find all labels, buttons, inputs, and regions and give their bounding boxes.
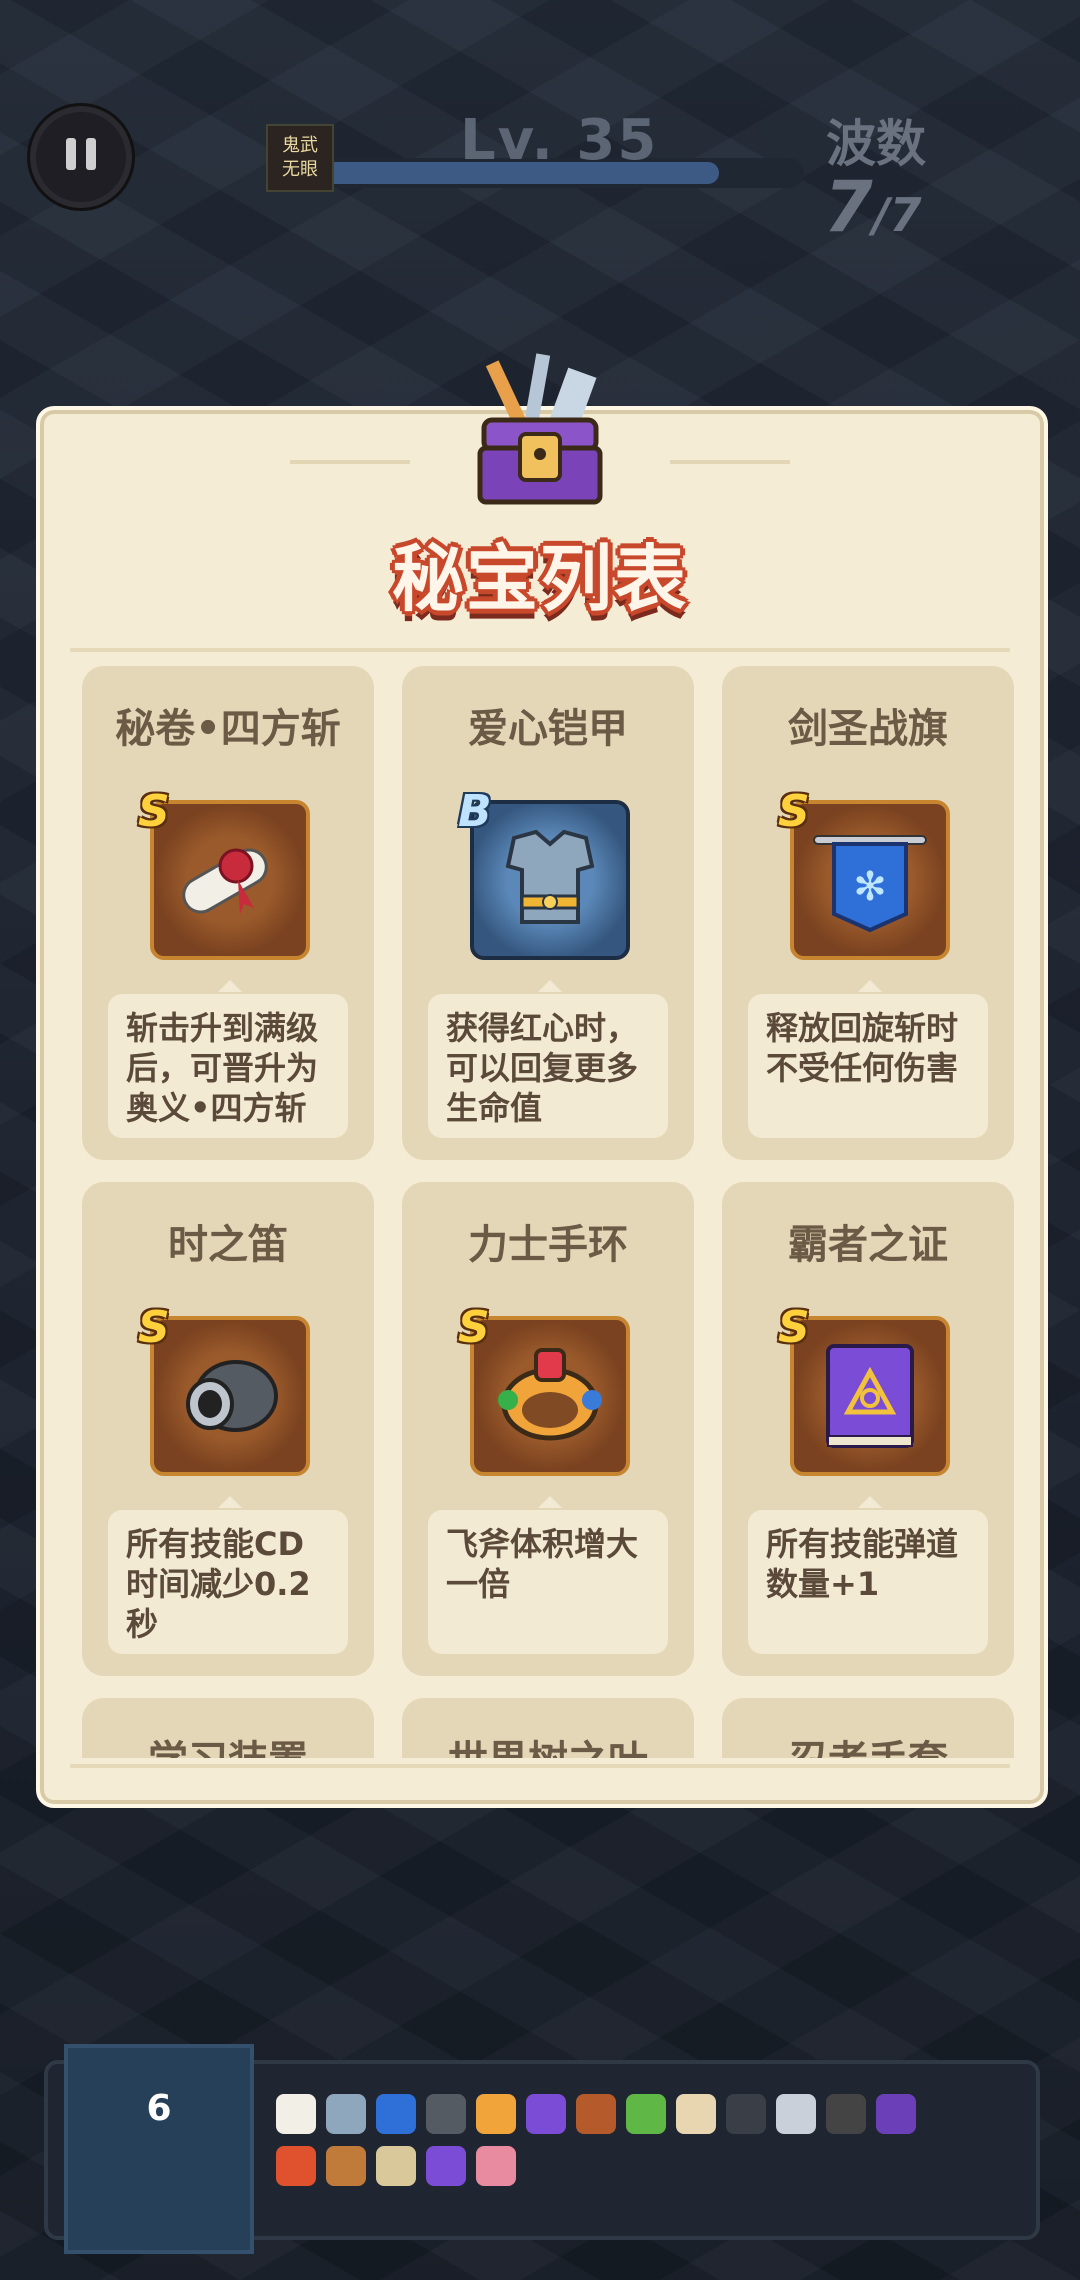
inventory-item-icon <box>776 2094 816 2134</box>
inventory-item-icon <box>526 2094 566 2134</box>
treasure-icon-frame <box>150 1316 310 1476</box>
grade-badge: S <box>778 1302 810 1353</box>
treasure-card[interactable]: 秘卷•四方斩 S 斩击升到满级后，可晋升为奥义•四方斩 <box>82 666 374 1160</box>
treasure-description: 斩击升到满级后，可晋升为奥义•四方斩 <box>108 980 348 1138</box>
treasure-description: 飞斧体积增大一倍 <box>428 1496 668 1654</box>
armor-icon <box>505 829 595 924</box>
inventory-item-icon <box>426 2146 466 2186</box>
treasure-name: 世界树之叶 <box>402 1728 694 1758</box>
scroll-icon <box>182 848 268 914</box>
wave-total: /7 <box>872 188 922 242</box>
avatar-text: 鬼武 无眼 <box>282 135 318 180</box>
spellbook-icon <box>826 1344 914 1448</box>
level-label: Lv. 35 <box>460 108 659 173</box>
treasure-chest-icon <box>477 353 603 505</box>
treasure-description: 获得红心时，可以回复更多生命值 <box>428 980 668 1138</box>
inventory-item-icon <box>326 2094 366 2134</box>
treasure-card[interactable]: 学习装置 <box>82 1698 374 1758</box>
flute-icon <box>186 1360 278 1432</box>
treasure-icon-frame <box>790 1316 950 1476</box>
treasure-grid[interactable]: 秘卷•四方斩 S 斩击升到满级后，可晋升为奥义•四方斩 爱心铠甲 B 获得红心时，可以回复… <box>56 664 1018 1758</box>
skill-book-count: 6 <box>146 2088 172 2129</box>
inventory-item-icon <box>376 2094 416 2134</box>
treasure-name: 力士手环 <box>468 1222 628 1268</box>
banner-icon: ✻ <box>813 835 927 933</box>
treasure-icon-frame: ✻ <box>790 800 950 960</box>
treasure-name: 爱心铠甲 <box>468 706 628 752</box>
grade-badge: S <box>458 1302 490 1353</box>
treasure-description: 所有技能CD时间减少0.2秒 <box>108 1496 348 1654</box>
pause-button[interactable] <box>30 106 132 208</box>
treasure-icon-frame <box>470 800 630 960</box>
title-ornament-left <box>290 460 410 464</box>
treasure-name: 忍者手套 <box>722 1728 1014 1758</box>
treasure-name: 霸者之证 <box>788 1222 948 1268</box>
inventory-item-icon <box>676 2094 716 2134</box>
treasure-icon-frame <box>470 1316 630 1476</box>
treasure-card[interactable]: 剑圣战旗 ✻ S 释放回旋斩时不受任何伤害 <box>722 666 1014 1160</box>
inventory-item-icon <box>626 2094 666 2134</box>
treasure-description: 所有技能弹道数量+1 <box>748 1496 988 1654</box>
inventory-item-icon <box>326 2146 366 2186</box>
inventory-item-icon <box>276 2094 316 2134</box>
wave-current: 7 <box>824 166 873 248</box>
treasure-card[interactable]: 爱心铠甲 B 获得红心时，可以回复更多生命值 <box>402 666 694 1160</box>
skill-book-button[interactable]: 6 <box>64 2044 254 2254</box>
inventory-item-icon <box>476 2146 516 2186</box>
list-bottom-divider <box>70 1764 1010 1768</box>
treasure-name: 剑圣战旗 <box>788 706 948 752</box>
player-avatar: 鬼武 无眼 <box>266 124 334 192</box>
treasure-card[interactable]: 力士手环 S 飞斧体积增大一倍 <box>402 1182 694 1676</box>
treasure-icon-frame <box>150 800 310 960</box>
inventory-item-icon <box>876 2094 916 2134</box>
grade-badge: S <box>138 1302 170 1353</box>
wave-counter: 7/7 <box>824 166 922 248</box>
treasure-card[interactable]: 世界树之叶 <box>402 1698 694 1758</box>
svg-text:✻: ✻ <box>853 864 887 910</box>
inventory-item-icon <box>726 2094 766 2134</box>
treasure-card[interactable]: 忍者手套 <box>722 1698 1014 1758</box>
inventory-item-icon <box>576 2094 616 2134</box>
grade-badge: B <box>458 786 492 837</box>
treasure-name: 学习装置 <box>82 1728 374 1758</box>
panel-title: 秘宝列表 <box>391 537 688 621</box>
treasure-card[interactable]: 时之笛 S 所有技能CD时间减少0.2秒 <box>82 1182 374 1676</box>
grade-badge: S <box>778 786 810 837</box>
inventory-item-icon <box>476 2094 516 2134</box>
treasure-card[interactable]: 霸者之证 S 所有技能弹道数量+1 <box>722 1182 1014 1676</box>
inventory-item-icon <box>376 2146 416 2186</box>
inventory-item-icon <box>426 2094 466 2134</box>
list-top-divider <box>70 648 1010 652</box>
treasure-description: 释放回旋斩时不受任何伤害 <box>748 980 988 1138</box>
panel-title-wrap: 秘宝列表 <box>0 520 1080 625</box>
treasure-name: 秘卷•四方斩 <box>115 706 341 752</box>
bracelet-icon <box>498 1348 602 1441</box>
inventory-item-icon <box>276 2146 316 2186</box>
inventory-item-icon <box>826 2094 866 2134</box>
title-ornament-right <box>670 460 790 464</box>
treasure-name: 时之笛 <box>168 1222 288 1268</box>
grade-badge: S <box>138 786 170 837</box>
